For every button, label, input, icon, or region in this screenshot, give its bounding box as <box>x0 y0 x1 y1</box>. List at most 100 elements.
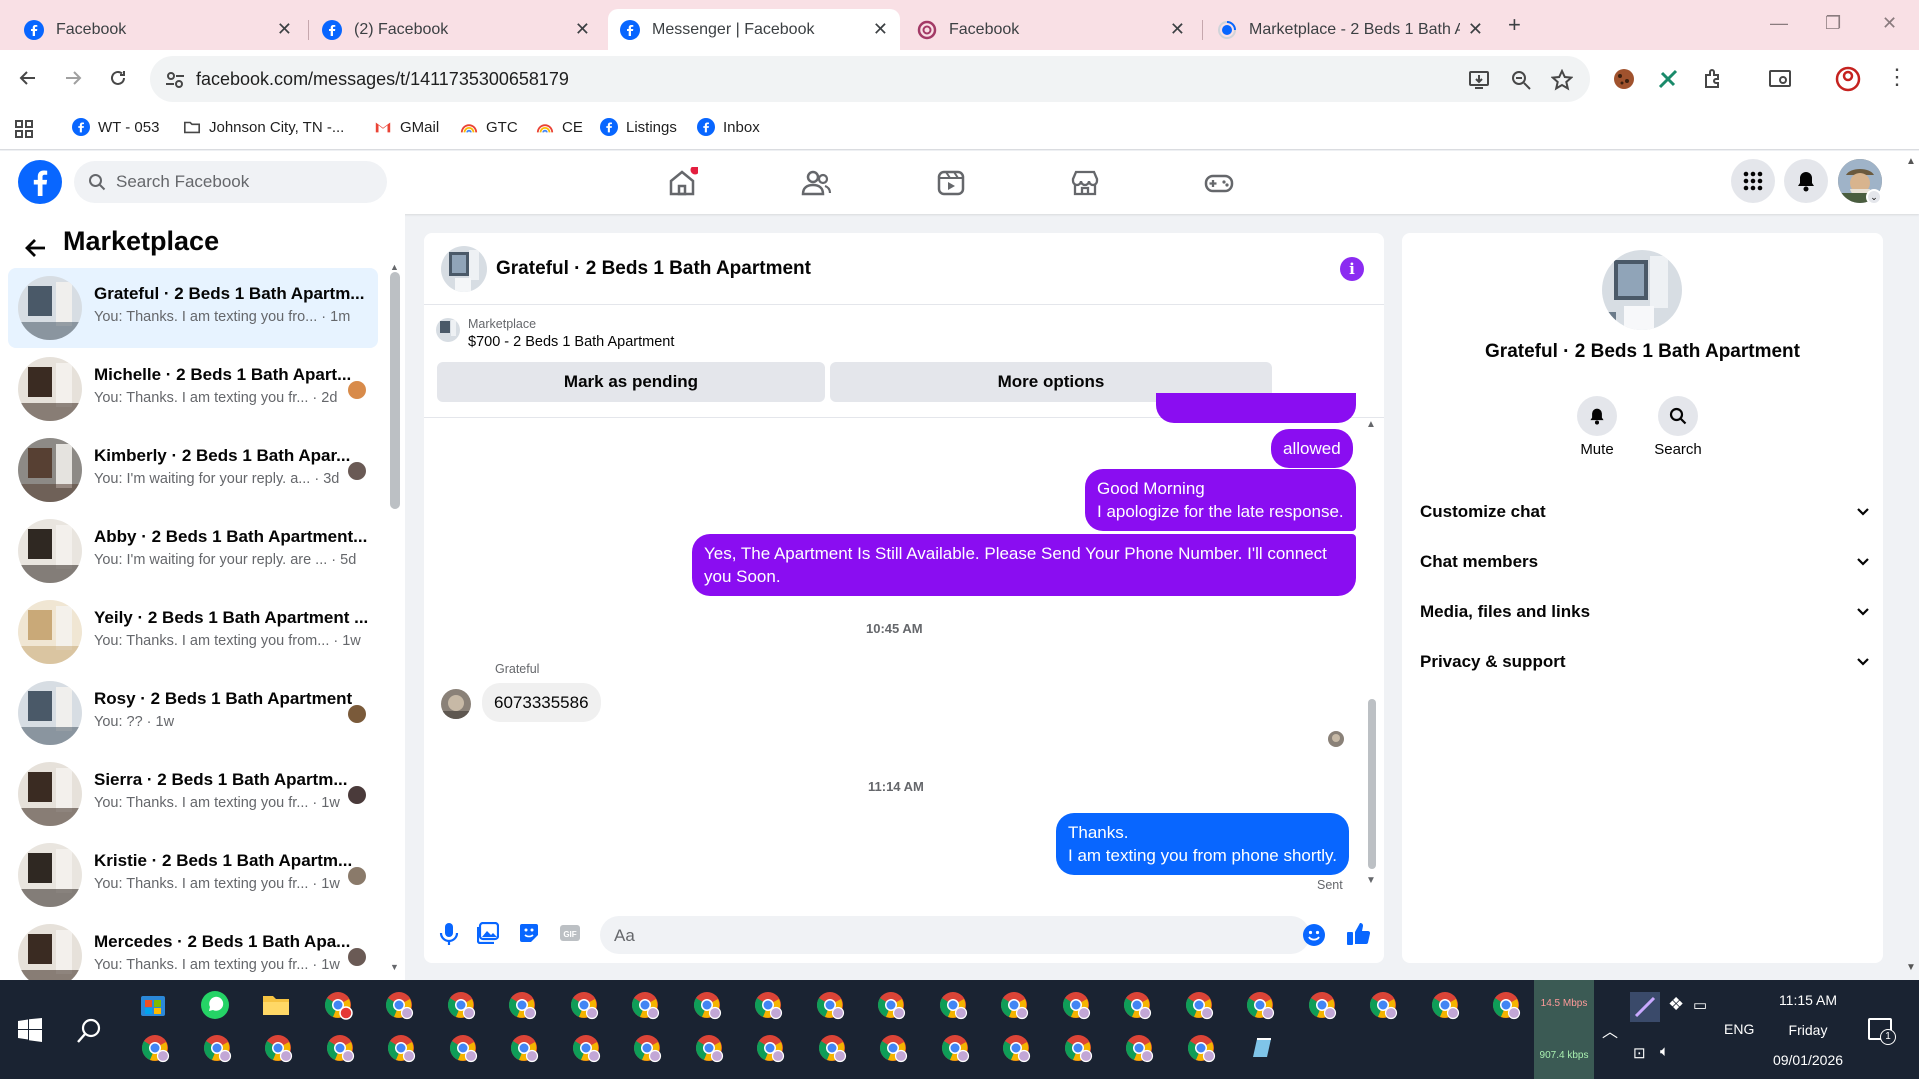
gaming-icon[interactable] <box>1203 167 1235 199</box>
chrome-taskbar-icon[interactable] <box>1122 1031 1156 1065</box>
chrome-taskbar-icon[interactable] <box>813 988 847 1022</box>
dropbox-icon[interactable]: ❖ <box>1668 994 1684 1015</box>
facebook-logo-icon[interactable] <box>18 160 62 204</box>
chat-scrollbar[interactable] <box>1368 699 1376 869</box>
scroll-up-arrow-icon[interactable]: ▲ <box>1366 419 1376 430</box>
minimize-icon[interactable]: — <box>1770 13 1788 34</box>
conversation-item[interactable]: Abby · 2 Beds 1 Bath Apartment... You: I'… <box>8 511 378 591</box>
network-icon[interactable]: ⊡ <box>1633 1044 1646 1062</box>
pen-icon[interactable] <box>1630 992 1660 1022</box>
gif-icon[interactable]: GIF <box>559 922 581 944</box>
zoom-icon[interactable] <box>1510 69 1532 91</box>
info-section-row[interactable]: Chat members <box>1420 542 1870 582</box>
forward-icon[interactable] <box>59 64 87 92</box>
photo-icon[interactable] <box>477 922 499 944</box>
chrome-taskbar-icon[interactable] <box>1120 988 1154 1022</box>
close-tab-icon[interactable]: ✕ <box>1170 19 1185 40</box>
info-section-row[interactable]: Privacy & support <box>1420 642 1870 682</box>
tab-search-icon[interactable] <box>1768 67 1792 91</box>
tab-facebook-2[interactable]: (2) Facebook ✕ <box>310 9 602 50</box>
close-tab-icon[interactable]: ✕ <box>277 19 292 40</box>
chrome-taskbar-icon[interactable] <box>505 988 539 1022</box>
conversation-item[interactable]: Kristie · 2 Beds 1 Bath Apartm... You: Th… <box>8 835 378 915</box>
chrome-taskbar-icon[interactable] <box>569 1031 603 1065</box>
chrome-taskbar-icon[interactable] <box>630 1031 664 1065</box>
info-avatar[interactable] <box>1602 250 1682 330</box>
mark-as-pending-button[interactable]: Mark as pending <box>437 362 825 402</box>
notifications-button[interactable] <box>1784 159 1828 203</box>
back-arrow-icon[interactable] <box>24 236 48 260</box>
cookie-extension-icon[interactable] <box>1612 67 1636 91</box>
editor-taskbar-icon[interactable] <box>1245 1031 1279 1065</box>
chrome-taskbar-icon[interactable] <box>1428 988 1462 1022</box>
install-app-icon[interactable] <box>1468 69 1490 91</box>
notification-center-icon[interactable]: 1 <box>1868 1018 1896 1045</box>
chevron-down-icon[interactable]: ⌄ <box>1866 189 1882 205</box>
home-icon[interactable] <box>666 167 698 199</box>
chrome-taskbar-icon[interactable] <box>628 988 662 1022</box>
facebook-search-input[interactable]: Search Facebook <box>74 161 387 203</box>
chrome-taskbar-icon[interactable] <box>323 1031 357 1065</box>
message-bubble-sent[interactable]: Thanks. I am texting you from phone shor… <box>1056 813 1349 875</box>
chrome-taskbar-icon[interactable] <box>936 988 970 1022</box>
bookmark-listings[interactable]: Listings <box>600 118 677 136</box>
search-icon[interactable] <box>76 1018 102 1044</box>
volume-icon[interactable]: 🔈︎ <box>1660 1043 1669 1060</box>
emoji-icon[interactable] <box>1302 923 1326 947</box>
listing-thumbnail[interactable] <box>436 318 460 342</box>
chrome-taskbar-icon[interactable] <box>1182 988 1216 1022</box>
conversation-item[interactable]: Yeily · 2 Beds 1 Bath Apartment ... You: … <box>8 592 378 672</box>
sidebar-scrollbar[interactable] <box>390 272 400 509</box>
chrome-taskbar-icon[interactable] <box>1366 988 1400 1022</box>
chrome-taskbar-icon[interactable] <box>507 1031 541 1065</box>
sender-avatar[interactable] <box>441 689 471 719</box>
chrome-taskbar-icon[interactable] <box>567 988 601 1022</box>
puzzle-extensions-icon[interactable] <box>1701 67 1725 91</box>
apps-grid-icon[interactable] <box>14 119 34 139</box>
bookmark-wt053[interactable]: WT - 053 <box>72 118 159 136</box>
info-icon[interactable]: i <box>1340 257 1364 281</box>
chrome-taskbar-icon[interactable] <box>1184 1031 1218 1065</box>
close-tab-icon[interactable]: ✕ <box>873 19 888 40</box>
clock-day[interactable]: Friday <box>1776 1022 1840 1038</box>
chrome-red-taskbar-icon[interactable] <box>321 988 355 1022</box>
windows-start-icon[interactable] <box>18 1018 42 1042</box>
chrome-taskbar-icon[interactable] <box>692 1031 726 1065</box>
listing-title[interactable]: $700 - 2 Beds 1 Bath Apartment <box>468 334 674 350</box>
menu-dots-icon[interactable]: ⋮ <box>1886 64 1908 90</box>
scroll-down-arrow-icon[interactable]: ▼ <box>390 962 399 972</box>
tab-facebook-3[interactable]: Facebook ✕ <box>905 9 1197 50</box>
whatsapp-taskbar-icon[interactable] <box>198 988 232 1022</box>
chrome-taskbar-icon[interactable] <box>446 1031 480 1065</box>
message-bubble-received[interactable]: 6073335586 <box>482 683 601 722</box>
battery-icon[interactable]: ▭ <box>1693 996 1707 1014</box>
scroll-down-arrow-icon[interactable]: ▼ <box>1366 875 1376 886</box>
conversation-item[interactable]: Sierra · 2 Beds 1 Bath Apartm... You: Tha… <box>8 754 378 834</box>
bookmark-johnson-city[interactable]: Johnson City, TN -... <box>183 118 344 136</box>
chrome-taskbar-icon[interactable] <box>690 988 724 1022</box>
chat-avatar[interactable] <box>441 246 487 292</box>
info-section-row[interactable]: Media, files and links <box>1420 592 1870 632</box>
clock-date[interactable]: 09/01/2026 <box>1768 1052 1848 1068</box>
chrome-taskbar-icon[interactable] <box>200 1031 234 1065</box>
back-icon[interactable] <box>14 64 42 92</box>
chrome-taskbar-icon[interactable] <box>1061 1031 1095 1065</box>
chrome-taskbar-icon[interactable] <box>753 1031 787 1065</box>
chrome-taskbar-icon[interactable] <box>1489 988 1523 1022</box>
microphone-icon[interactable] <box>438 922 460 946</box>
menu-button[interactable] <box>1731 159 1775 203</box>
chrome-taskbar-icon[interactable] <box>999 1031 1033 1065</box>
info-section-row[interactable]: Customize chat <box>1420 492 1870 532</box>
conversation-item[interactable]: Rosy · 2 Beds 1 Bath Apartment You: ?? · … <box>8 673 378 753</box>
new-tab-button[interactable]: + <box>1508 12 1521 38</box>
language-indicator[interactable]: ENG <box>1724 1021 1754 1037</box>
chat-title[interactable]: Grateful · 2 Beds 1 Bath Apartment <box>496 258 811 280</box>
chrome-taskbar-icon[interactable] <box>997 988 1031 1022</box>
sticker-icon[interactable] <box>518 922 540 944</box>
page-scroll-down-icon[interactable]: ▼ <box>1906 962 1916 973</box>
extension-icon[interactable] <box>1656 67 1680 91</box>
reload-icon[interactable] <box>104 64 132 92</box>
conversation-item[interactable]: Grateful · 2 Beds 1 Bath Apartm... You: T… <box>8 268 378 348</box>
close-window-icon[interactable]: ✕ <box>1882 13 1897 34</box>
chrome-taskbar-icon[interactable] <box>938 1031 972 1065</box>
